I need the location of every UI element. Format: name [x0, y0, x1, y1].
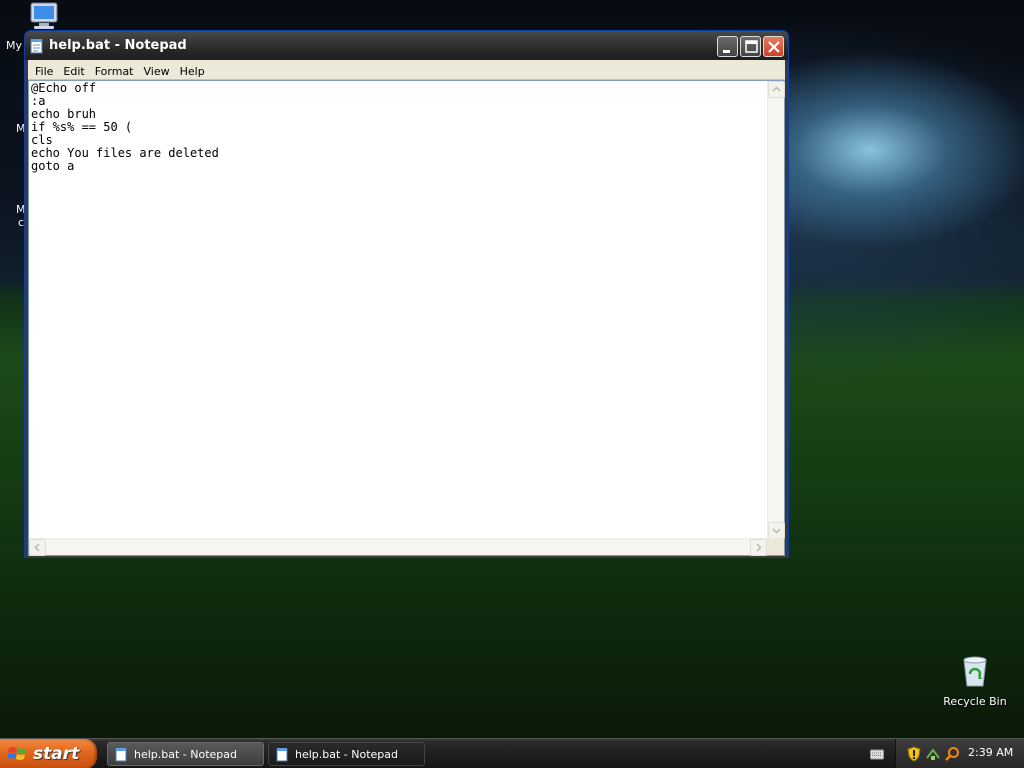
- security-shield-icon[interactable]: [906, 746, 922, 762]
- menu-view[interactable]: View: [139, 62, 175, 82]
- maximize-icon: [745, 40, 758, 53]
- close-button[interactable]: [763, 36, 784, 57]
- system-tray: 2:39 AM: [895, 739, 1024, 768]
- desktop-icon-label: Recycle Bin: [943, 695, 1007, 708]
- chevron-up-icon: [772, 86, 781, 92]
- notepad-icon: [30, 39, 43, 54]
- taskbar: start help.bat - Notepad help.bat - Note…: [0, 738, 1024, 768]
- notepad-icon: [276, 748, 288, 762]
- editor-content[interactable]: @Echo off :a echo bruh if %s% == 50 ( cl…: [31, 82, 766, 534]
- minimize-button[interactable]: [717, 36, 738, 57]
- notepad-icon: [115, 748, 127, 762]
- notepad-window[interactable]: help.bat - Notepad File Edit Format View Hel…: [24, 30, 789, 558]
- taskbar-item-label: help.bat - Notepad: [295, 748, 399, 761]
- search-icon[interactable]: [944, 746, 960, 762]
- scroll-down-button[interactable]: [768, 522, 785, 539]
- desktop-icon-recycle-bin[interactable]: Recycle Bin: [940, 656, 1010, 708]
- keyboard-icon[interactable]: [870, 748, 884, 760]
- chevron-left-icon: [34, 543, 40, 552]
- chevron-right-icon: [756, 543, 762, 552]
- menu-edit[interactable]: Edit: [58, 62, 89, 82]
- menu-file[interactable]: File: [30, 62, 58, 82]
- menu-bar: File Edit Format View Help: [28, 60, 785, 80]
- menu-format[interactable]: Format: [90, 62, 139, 82]
- window-frame: File Edit Format View Help @Echo off :a echo…: [25, 60, 788, 558]
- scrollbar-corner: [767, 538, 784, 555]
- minimize-icon: [723, 50, 730, 53]
- taskbar-item-label: help.bat - Notepad: [134, 748, 238, 761]
- network-icon[interactable]: [925, 746, 941, 762]
- window-title: help.bat - Notepad: [49, 38, 187, 53]
- taskbar-item-notepad-1[interactable]: help.bat - Notepad: [107, 742, 264, 766]
- taskbar-item-notepad-2[interactable]: help.bat - Notepad: [268, 742, 425, 766]
- windows-logo-icon: [8, 747, 26, 760]
- title-bar[interactable]: help.bat - Notepad: [25, 31, 788, 60]
- chevron-down-icon: [772, 528, 781, 534]
- clock[interactable]: 2:39 AM: [968, 746, 1013, 759]
- scroll-left-button[interactable]: [29, 539, 46, 556]
- vertical-scrollbar[interactable]: [767, 81, 785, 539]
- maximize-button[interactable]: [740, 36, 761, 57]
- horizontal-scrollbar[interactable]: [29, 538, 767, 556]
- text-editor[interactable]: @Echo off :a echo bruh if %s% == 50 ( cl…: [28, 80, 785, 556]
- computer-icon: [30, 2, 58, 29]
- close-icon: [768, 41, 780, 53]
- start-button[interactable]: start: [0, 739, 97, 768]
- start-label: start: [33, 744, 80, 764]
- menu-help[interactable]: Help: [175, 62, 210, 82]
- scroll-up-button[interactable]: [768, 81, 785, 98]
- scroll-right-button[interactable]: [750, 539, 767, 556]
- recycle-bin-icon: [963, 656, 987, 687]
- desktop-icon-label: My: [6, 39, 23, 52]
